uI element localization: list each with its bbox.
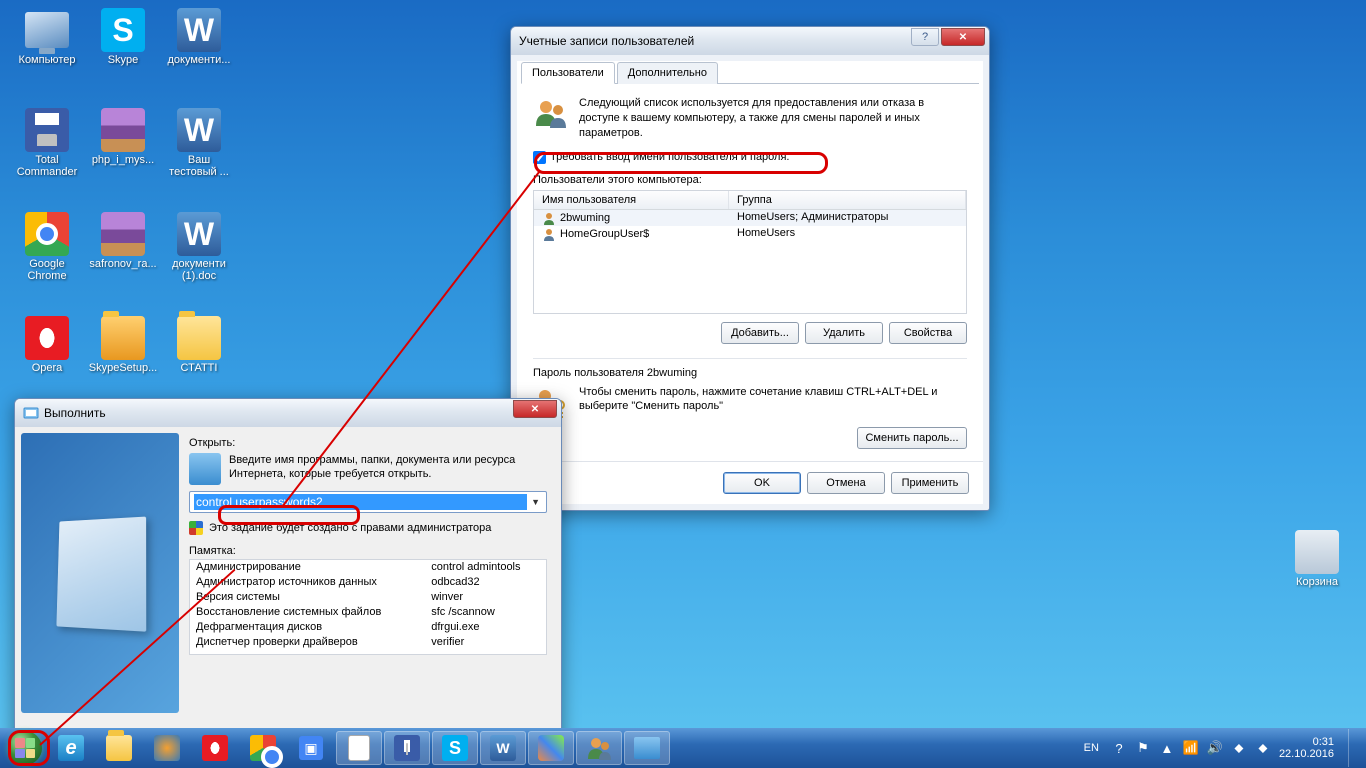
desktop-icon-skype[interactable]: SSkype bbox=[88, 8, 158, 66]
run-program-icon bbox=[189, 453, 221, 485]
desktop-icon-document1[interactable]: Wдокументи... bbox=[164, 8, 234, 66]
ua-description: Следующий список используется для предос… bbox=[579, 96, 967, 141]
history-row[interactable]: Диспетчер проверки драйверовverifier bbox=[190, 635, 546, 650]
clock[interactable]: 0:31 22.10.2016 bbox=[1279, 736, 1340, 760]
desktop-icon-php[interactable]: php_i_mys... bbox=[88, 108, 158, 166]
user-accounts-dialog: Учетные записи пользователей ? ✕ Пользов… bbox=[510, 26, 990, 511]
ok-button[interactable]: OK bbox=[723, 472, 801, 494]
user-icon bbox=[542, 211, 556, 225]
admin-note: Это задание будет создано с правами адми… bbox=[209, 522, 491, 534]
tray-expand-icon[interactable]: ▲ bbox=[1159, 740, 1175, 756]
history-row[interactable]: Восстановление системных файловsfc /scan… bbox=[190, 605, 546, 620]
desktop-icon-safronov[interactable]: safronov_ra... bbox=[88, 212, 158, 270]
start-button[interactable] bbox=[4, 731, 46, 765]
taskbar-useraccounts[interactable] bbox=[576, 731, 622, 765]
taskbar: e ▣ S W EN ? ⚑ ▲ 📶 🔊 ⬥ ⬥ 0:31 22.10.2016 bbox=[0, 728, 1366, 768]
add-user-button[interactable]: Добавить... bbox=[721, 322, 799, 344]
taskbar-wmp[interactable] bbox=[144, 731, 190, 765]
ua-tabs: Пользователи Дополнительно bbox=[521, 61, 979, 84]
help-icon[interactable]: ? bbox=[1111, 740, 1127, 756]
password-section-title: Пароль пользователя 2bwuming bbox=[533, 358, 967, 379]
desktop-icon-totalcmd[interactable]: Total Commander bbox=[12, 108, 82, 178]
help-button[interactable]: ? bbox=[911, 28, 939, 46]
taskbar-chrome-alt[interactable]: ▣ bbox=[288, 731, 334, 765]
run-dialog: Выполнить ✕ Открыть: Введите имя програм… bbox=[14, 398, 562, 762]
network-icon[interactable]: 📶 bbox=[1183, 740, 1199, 756]
show-desktop-button[interactable] bbox=[1348, 729, 1356, 767]
desktop-icon-recyclebin[interactable]: Корзина bbox=[1282, 530, 1352, 588]
run-description: Введите имя программы, папки, документа … bbox=[229, 453, 547, 485]
history-row[interactable]: Версия системыwinver bbox=[190, 590, 546, 605]
shield-icon bbox=[189, 521, 203, 535]
desktop-icon-document2[interactable]: Wдокументи (1).doc bbox=[164, 212, 234, 282]
taskbar-notepad[interactable] bbox=[336, 731, 382, 765]
taskbar-paint[interactable] bbox=[528, 731, 574, 765]
taskbar-skype[interactable]: S bbox=[432, 731, 478, 765]
users-list-label: Пользователи этого компьютера: bbox=[533, 174, 967, 186]
desktop-icon-chrome[interactable]: Google Chrome bbox=[12, 212, 82, 282]
history-label: Памятка: bbox=[189, 545, 547, 557]
properties-button[interactable]: Свойства bbox=[889, 322, 967, 344]
password-text: Чтобы сменить пароль, нажмите сочетание … bbox=[579, 385, 967, 421]
history-row[interactable]: Администратор источников данныхodbcad32 bbox=[190, 575, 546, 590]
users-table[interactable]: Имя пользователя Группа 2bwuming HomeUse… bbox=[533, 190, 967, 314]
action-center-icon[interactable]: ⚑ bbox=[1135, 740, 1151, 756]
user-row[interactable]: 2bwuming HomeUsers; Администраторы bbox=[534, 210, 966, 226]
open-input[interactable] bbox=[194, 494, 527, 510]
run-sidebar-graphic bbox=[21, 433, 179, 713]
taskbar-opera[interactable] bbox=[192, 731, 238, 765]
tray-app-icon[interactable]: ⬥ bbox=[1231, 740, 1247, 756]
tray-app-icon[interactable]: ⬥ bbox=[1255, 740, 1271, 756]
user-row[interactable]: HomeGroupUser$ HomeUsers bbox=[534, 226, 966, 242]
ua-title: Учетные записи пользователей bbox=[519, 34, 694, 48]
desktop-icon-opera[interactable]: Opera bbox=[12, 316, 82, 374]
run-title: Выполнить bbox=[44, 406, 106, 420]
users-icon bbox=[533, 96, 569, 132]
user-icon bbox=[542, 227, 556, 241]
desktop-icon-test[interactable]: WВаш тестовый ... bbox=[164, 108, 234, 178]
column-group[interactable]: Группа bbox=[729, 191, 966, 209]
taskbar-explorer[interactable] bbox=[96, 731, 142, 765]
volume-icon[interactable]: 🔊 bbox=[1207, 740, 1223, 756]
delete-user-button[interactable]: Удалить bbox=[805, 322, 883, 344]
require-password-label: Требовать ввод имени пользователя и паро… bbox=[550, 151, 789, 163]
open-combobox[interactable]: ▼ bbox=[189, 491, 547, 513]
run-icon bbox=[23, 405, 39, 421]
column-username[interactable]: Имя пользователя bbox=[534, 191, 729, 209]
desktop-icon-skypesetup[interactable]: SkypeSetup... bbox=[88, 316, 158, 374]
taskbar-totalcmd[interactable] bbox=[384, 731, 430, 765]
desktop-icon-computer[interactable]: Компьютер bbox=[12, 8, 82, 66]
close-button[interactable]: ✕ bbox=[513, 400, 557, 418]
ua-titlebar[interactable]: Учетные записи пользователей ? ✕ bbox=[511, 27, 989, 55]
taskbar-chrome[interactable] bbox=[240, 731, 286, 765]
history-row[interactable]: Администрированиеcontrol admintools bbox=[190, 560, 546, 575]
taskbar-word[interactable]: W bbox=[480, 731, 526, 765]
tab-users[interactable]: Пользователи bbox=[521, 62, 615, 84]
open-label: Открыть: bbox=[189, 437, 547, 449]
history-list[interactable]: Администрированиеcontrol admintools Адми… bbox=[189, 559, 547, 655]
taskbar-run[interactable] bbox=[624, 731, 670, 765]
run-titlebar[interactable]: Выполнить ✕ bbox=[15, 399, 561, 427]
history-row[interactable]: Дефрагментация дисковdfrgui.exe bbox=[190, 620, 546, 635]
cancel-button[interactable]: Отмена bbox=[807, 472, 885, 494]
system-tray: EN ? ⚑ ▲ 📶 🔊 ⬥ ⬥ 0:31 22.10.2016 bbox=[1080, 729, 1362, 767]
language-indicator[interactable]: EN bbox=[1080, 740, 1103, 756]
taskbar-ie[interactable]: e bbox=[48, 731, 94, 765]
require-password-checkbox[interactable] bbox=[533, 151, 546, 164]
desktop-icon-statti[interactable]: СТАТТІ bbox=[164, 316, 234, 374]
apply-button[interactable]: Применить bbox=[891, 472, 969, 494]
change-password-button[interactable]: Сменить пароль... bbox=[857, 427, 967, 449]
dropdown-icon[interactable]: ▼ bbox=[527, 497, 544, 507]
close-button[interactable]: ✕ bbox=[941, 28, 985, 46]
tab-advanced[interactable]: Дополнительно bbox=[617, 62, 718, 84]
